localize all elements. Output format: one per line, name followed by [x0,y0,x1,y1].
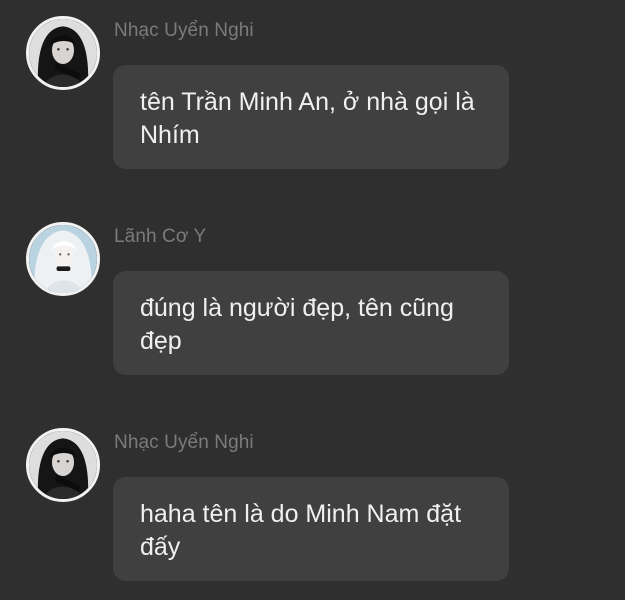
message-bubble[interactable]: tên Trần Minh An, ở nhà gọi là Nhím [113,65,509,169]
sender-name: Nhạc Uyển Nghi [114,20,254,41]
white-haired-woman-avatar-icon[interactable] [26,222,100,296]
avatar-image [29,19,97,87]
avatar-image [29,431,97,499]
sender-name: Lãnh Cơ Y [114,226,207,247]
dark-haired-woman-avatar-icon[interactable] [26,428,100,502]
chat-thread: Nhạc Uyển Nghi tên Trần Minh An, ở nhà g… [0,0,625,600]
sender-name: Nhạc Uyển Nghi [114,432,254,453]
message-text: tên Trần Minh An, ở nhà gọi là Nhím [140,88,475,149]
message-text: haha tên là do Minh Nam đặt đấy [140,500,462,561]
dark-haired-woman-avatar-icon[interactable] [26,16,100,90]
message-bubble[interactable]: haha tên là do Minh Nam đặt đấy [113,477,509,581]
avatar-image [29,225,97,293]
message-bubble[interactable]: đúng là người đẹp, tên cũng đẹp [113,271,509,375]
message-text: đúng là người đẹp, tên cũng đẹp [140,294,454,355]
